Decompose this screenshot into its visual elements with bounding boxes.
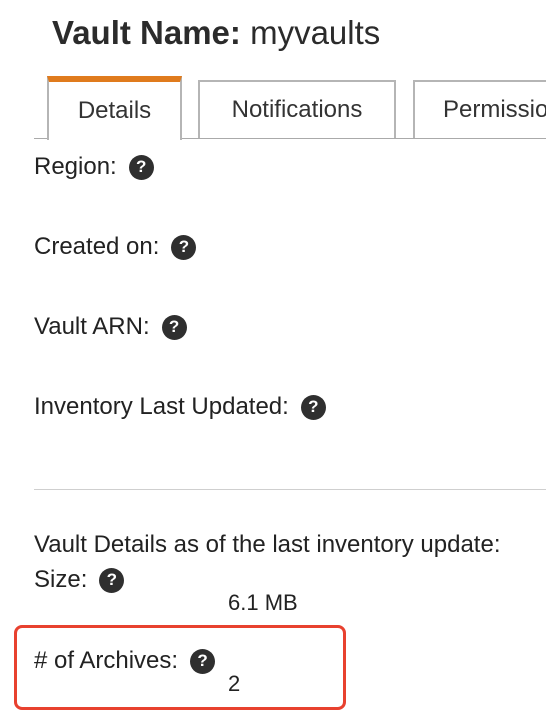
- size-field: Size: ?: [34, 566, 125, 594]
- inventory-updated-field: Inventory Last Updated: ?: [34, 393, 326, 421]
- size-label: Size:: [34, 566, 88, 593]
- created-on-label: Created on:: [34, 233, 160, 260]
- archives-field: # of Archives: ?: [34, 647, 216, 675]
- help-icon[interactable]: ?: [99, 567, 125, 593]
- created-on-field: Created on: ?: [34, 233, 197, 261]
- tab-notifications[interactable]: Notifications: [198, 80, 396, 138]
- help-icon[interactable]: ?: [190, 648, 216, 674]
- archives-label: # of Archives:: [34, 647, 179, 674]
- archives-value: 2: [228, 671, 241, 696]
- region-label: Region:: [34, 153, 117, 180]
- help-icon[interactable]: ?: [128, 154, 154, 180]
- size-value: 6.1 MB: [228, 590, 298, 615]
- vault-arn-label: Vault ARN:: [34, 313, 150, 340]
- section-divider: [34, 489, 546, 490]
- help-icon[interactable]: ?: [171, 234, 197, 260]
- vault-arn-field: Vault ARN: ?: [34, 313, 187, 341]
- inventory-updated-label: Inventory Last Updated:: [34, 393, 289, 420]
- tab-details[interactable]: Details: [47, 76, 182, 140]
- tab-permissions[interactable]: Permissions: [413, 80, 546, 138]
- vault-name-value: myvaults: [250, 14, 381, 51]
- inventory-details-heading: Vault Details as of the last inventory u…: [34, 531, 501, 558]
- region-field: Region: ?: [34, 153, 154, 181]
- vault-name-label: Vault Name:: [52, 14, 241, 51]
- help-icon[interactable]: ?: [300, 394, 326, 420]
- page-title: Vault Name: myvaults: [52, 14, 380, 52]
- help-icon[interactable]: ?: [161, 314, 187, 340]
